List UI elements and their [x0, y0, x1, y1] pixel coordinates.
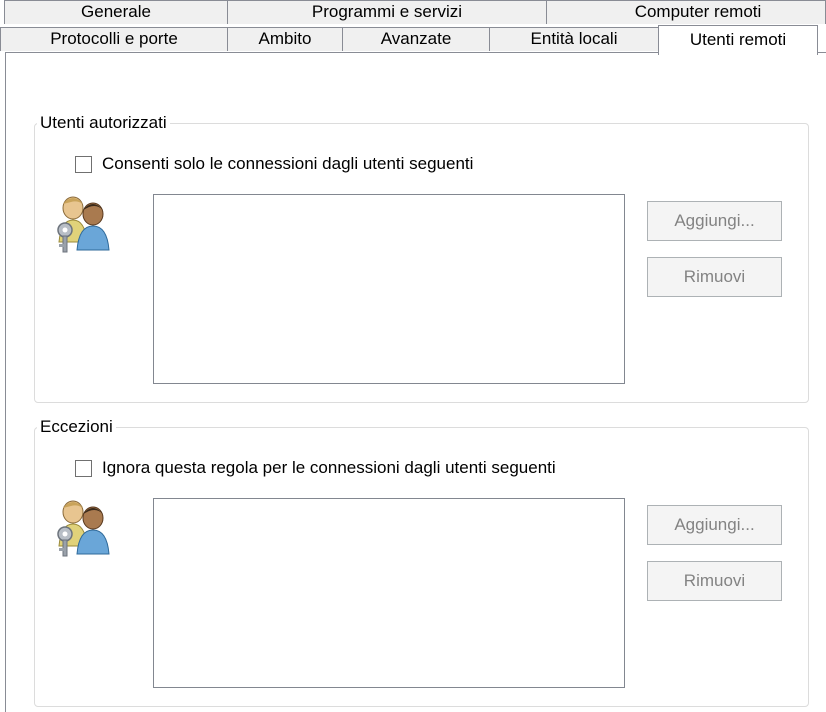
users-key-icon: [57, 196, 110, 253]
exceptions-group: Eccezioni Ignora questa regola per le co…: [34, 416, 809, 707]
tab-protocolli-e-porte[interactable]: Protocolli e porte: [0, 27, 228, 51]
exceptions-legend: Eccezioni: [37, 416, 116, 438]
ignore-rule-checkbox[interactable]: [75, 459, 92, 477]
tab-avanzate[interactable]: Avanzate: [342, 27, 490, 51]
authorized-remove-button[interactable]: Rimuovi: [647, 257, 782, 297]
exceptions-users-list[interactable]: [153, 498, 625, 688]
ignore-rule-checkbox-label[interactable]: Ignora questa regola per le connessioni …: [102, 458, 556, 478]
exceptions-add-button[interactable]: Aggiungi...: [647, 505, 782, 545]
authorized-users-group: Utenti autorizzati Consenti solo le conn…: [34, 112, 809, 403]
tab-row-bottom: Protocolli e porte Ambito Avanzate Entit…: [0, 0, 826, 55]
authorized-only-checkbox-label[interactable]: Consenti solo le connessioni dagli utent…: [102, 154, 473, 174]
authorized-checkbox-row[interactable]: Consenti solo le connessioni dagli utent…: [75, 154, 473, 174]
tab-entita-locali[interactable]: Entità locali: [489, 27, 659, 51]
exceptions-remove-button[interactable]: Rimuovi: [647, 561, 782, 601]
authorized-users-legend: Utenti autorizzati: [37, 112, 170, 134]
authorized-only-checkbox[interactable]: [75, 155, 92, 173]
users-key-icon: [57, 500, 110, 557]
exceptions-checkbox-row[interactable]: Ignora questa regola per le connessioni …: [75, 458, 556, 478]
tab-panel-utenti-remoti: Utenti autorizzati Consenti solo le conn…: [5, 52, 826, 712]
authorized-users-list[interactable]: [153, 194, 625, 384]
authorized-add-button[interactable]: Aggiungi...: [647, 201, 782, 241]
tab-ambito[interactable]: Ambito: [227, 27, 343, 51]
tab-utenti-remoti[interactable]: Utenti remoti: [658, 25, 818, 55]
